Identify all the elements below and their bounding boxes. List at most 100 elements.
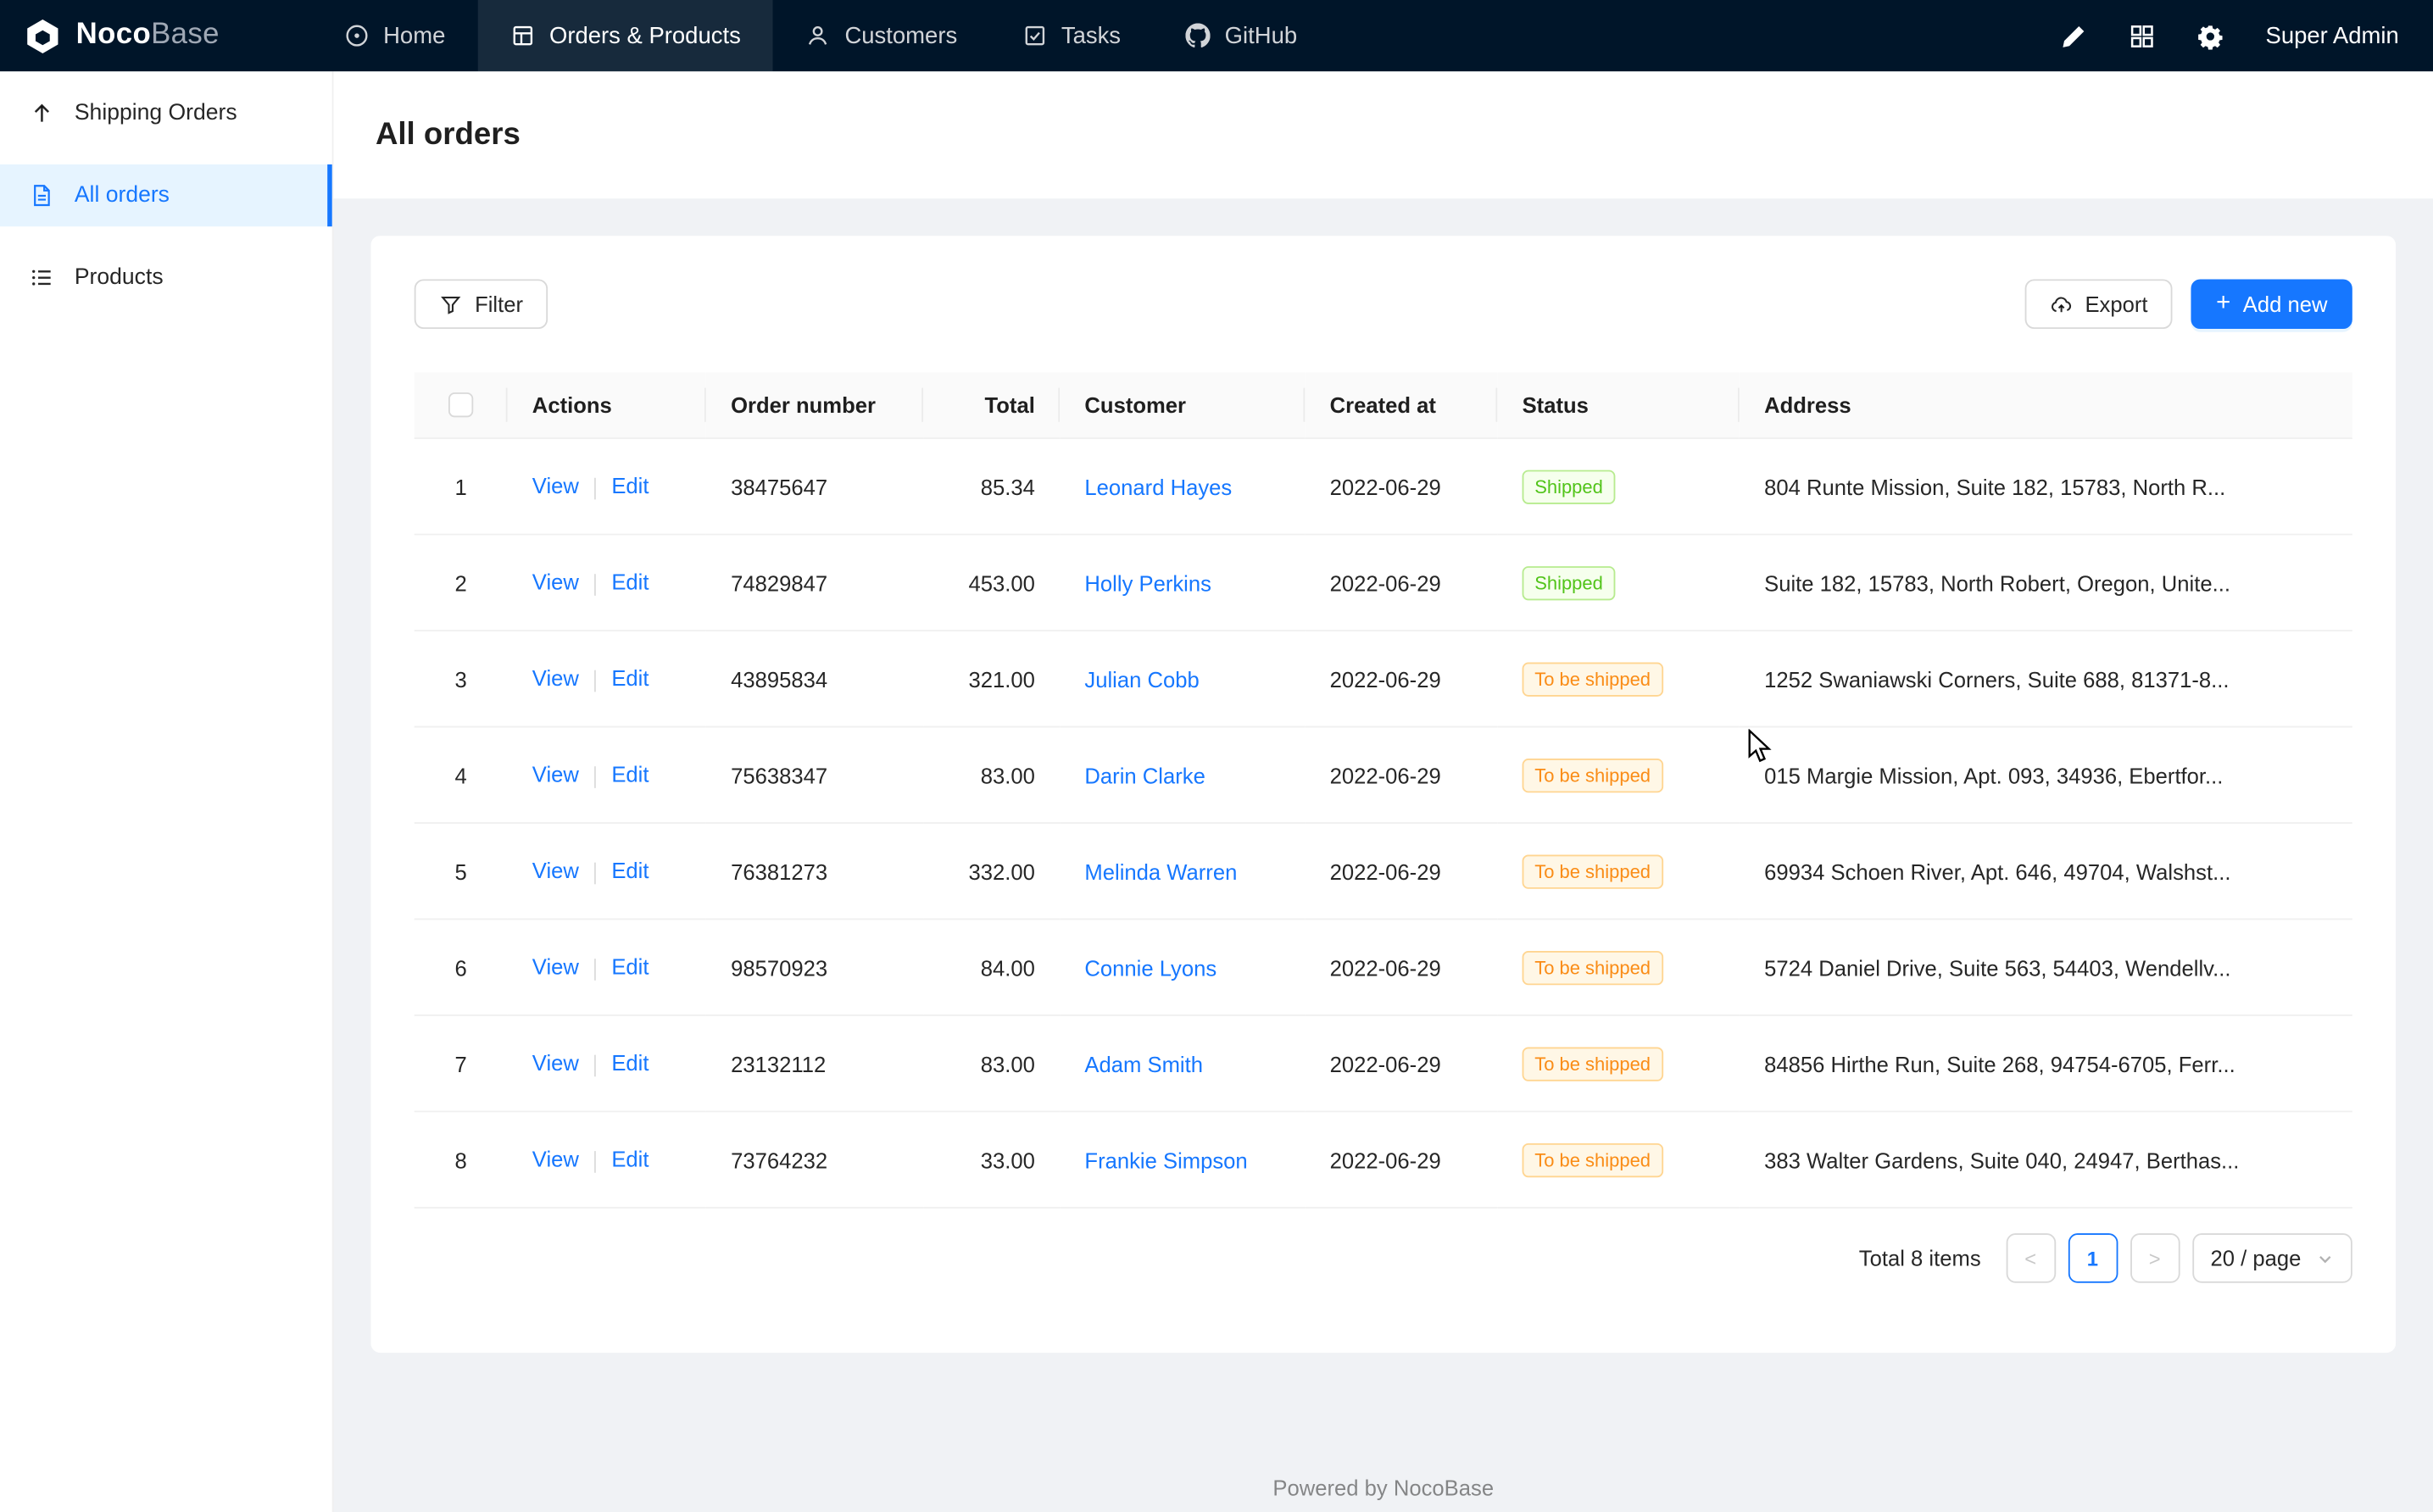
next-page-button[interactable]: > [2130, 1233, 2180, 1283]
view-link[interactable]: View [532, 954, 579, 979]
row-index: 1 [415, 438, 508, 534]
sidebar-item-label: All orders [75, 183, 170, 208]
column-header-status: Status [1497, 372, 1740, 438]
status-badge: To be shipped [1523, 950, 1663, 984]
status-badge: Shipped [1523, 565, 1616, 599]
page-1-button[interactable]: 1 [2068, 1233, 2118, 1283]
action-divider [594, 1054, 596, 1076]
nav-item-label: Home [383, 23, 445, 49]
nav-item-home[interactable]: Home [312, 0, 478, 71]
sidebar-item-all-orders[interactable]: All orders [0, 164, 332, 226]
table-row: 5 ViewEdit 76381273 332.00 Melinda Warre… [415, 823, 2352, 919]
row-index: 7 [415, 1015, 508, 1111]
customer-link[interactable]: Julian Cobb [1084, 666, 1199, 691]
sidebar-item-label: Shipping Orders [75, 101, 237, 125]
add-new-button[interactable]: + Add new [2191, 279, 2352, 329]
nav-item-tasks[interactable]: Tasks [990, 0, 1154, 71]
edit-link[interactable]: Edit [611, 859, 649, 883]
actions-cell: View Edit [508, 919, 706, 1014]
settings-gear-icon[interactable] [2197, 23, 2224, 49]
customer-link[interactable]: Frankie Simpson [1084, 1148, 1247, 1172]
person-icon [806, 23, 831, 47]
customer-cell: Frankie Simpson [1060, 1111, 1305, 1207]
edit-link[interactable]: Edit [611, 474, 649, 498]
edit-link[interactable]: Edit [611, 570, 649, 594]
list-icon [30, 265, 54, 290]
total-cell: 332.00 [923, 823, 1060, 919]
table-header-row: Actions Order number Total Customer Crea… [415, 372, 2352, 438]
nav-item-github[interactable]: GitHub [1153, 0, 1329, 71]
nav-item-label: Customers [844, 23, 957, 49]
action-divider [594, 477, 596, 499]
actions-cell: View Edit [508, 631, 706, 726]
pagination-total: Total 8 items [1859, 1246, 1981, 1270]
edit-link[interactable]: Edit [611, 1147, 649, 1171]
column-header-customer: Customer [1060, 372, 1305, 438]
status-cell: To be shipped [1497, 727, 1740, 823]
customer-link[interactable]: Adam Smith [1084, 1051, 1203, 1076]
logo-text: NocoBase [76, 19, 220, 53]
customer-cell: Adam Smith [1060, 1015, 1305, 1111]
toolbar-right: Export + Add new [2024, 279, 2352, 329]
created-at-cell: 2022-06-29 [1305, 1015, 1497, 1111]
row-index: 2 [415, 535, 508, 631]
total-cell: 85.34 [923, 438, 1060, 534]
main-content: Filter Export + Add new [334, 198, 2433, 1512]
edit-link[interactable]: Edit [611, 954, 649, 979]
customer-link[interactable]: Leonard Hayes [1084, 474, 1232, 498]
order-number-cell: 98570923 [706, 919, 923, 1014]
ui-editor-pen-icon[interactable] [2061, 23, 2087, 49]
order-number-cell: 74829847 [706, 535, 923, 631]
view-link[interactable]: View [532, 1051, 579, 1076]
view-link[interactable]: View [532, 859, 579, 883]
actions-cell: View Edit [508, 727, 706, 823]
sidebar-item-label: Products [75, 265, 164, 290]
total-cell: 321.00 [923, 631, 1060, 726]
customer-link[interactable]: Melinda Warren [1084, 859, 1237, 883]
view-link[interactable]: View [532, 1147, 579, 1171]
view-link[interactable]: View [532, 762, 579, 787]
created-at-cell: 2022-06-29 [1305, 631, 1497, 726]
edit-link[interactable]: Edit [611, 762, 649, 787]
nav-item-orders-products[interactable]: Orders & Products [478, 0, 773, 71]
customer-cell: Holly Perkins [1060, 535, 1305, 631]
view-link[interactable]: View [532, 474, 579, 498]
table-row: 1 ViewEdit 38475647 85.34 Leonard Hayes … [415, 438, 2352, 534]
sidebar: Shipping Orders All orders Products [0, 71, 334, 1512]
table-row: 7 ViewEdit 23132112 83.00 Adam Smith 202… [415, 1015, 2352, 1111]
status-cell: Shipped [1497, 535, 1740, 631]
view-link[interactable]: View [532, 666, 579, 691]
chevron-down-icon [2317, 1249, 2334, 1266]
page-size-select[interactable]: 20 / page [2192, 1233, 2352, 1283]
export-button[interactable]: Export [2024, 279, 2173, 329]
sidebar-item-products[interactable]: Products [0, 247, 332, 309]
nav-item-customers[interactable]: Customers [773, 0, 989, 71]
order-number-cell: 23132112 [706, 1015, 923, 1111]
total-cell: 33.00 [923, 1111, 1060, 1207]
filter-button[interactable]: Filter [415, 279, 548, 329]
customer-cell: Connie Lyons [1060, 919, 1305, 1014]
edit-link[interactable]: Edit [611, 1051, 649, 1076]
customer-cell: Darin Clarke [1060, 727, 1305, 823]
customer-cell: Melinda Warren [1060, 823, 1305, 919]
nocobase-logo[interactable]: NocoBase [0, 0, 312, 71]
order-number-cell: 76381273 [706, 823, 923, 919]
status-badge: To be shipped [1523, 1142, 1663, 1176]
filter-funnel-icon [439, 292, 462, 315]
prev-page-button[interactable]: < [2006, 1233, 2056, 1283]
row-index: 3 [415, 631, 508, 726]
file-icon [30, 183, 54, 208]
powered-by-text: Powered by NocoBase [1272, 1476, 1494, 1500]
select-all-checkbox[interactable] [448, 392, 473, 417]
status-cell: Shipped [1497, 438, 1740, 534]
actions-cell: View Edit [508, 438, 706, 534]
customer-link[interactable]: Connie Lyons [1084, 955, 1216, 980]
plugins-grid-icon[interactable] [2129, 23, 2155, 49]
edit-link[interactable]: Edit [611, 666, 649, 691]
sidebar-item-shipping-orders[interactable]: Shipping Orders [0, 82, 332, 144]
status-badge: To be shipped [1523, 662, 1663, 696]
customer-link[interactable]: Holly Perkins [1084, 570, 1211, 595]
user-menu[interactable]: Super Admin [2266, 23, 2399, 49]
view-link[interactable]: View [532, 570, 579, 594]
customer-link[interactable]: Darin Clarke [1084, 763, 1205, 787]
